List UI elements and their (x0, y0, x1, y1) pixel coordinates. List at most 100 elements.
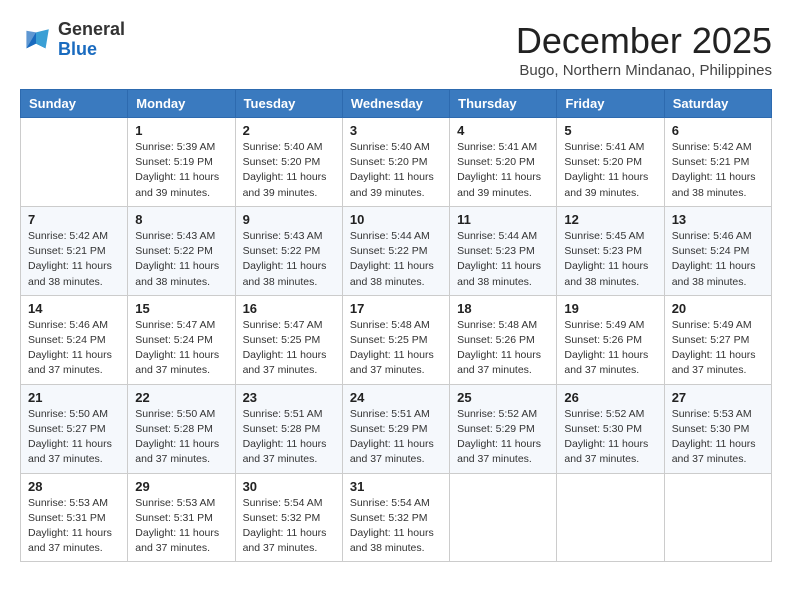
logo-text: General Blue (58, 20, 125, 60)
logo-blue: Blue (58, 40, 125, 60)
day-number: 2 (243, 123, 335, 138)
day-number: 27 (672, 390, 764, 405)
title-block: December 2025 Bugo, Northern Mindanao, P… (516, 20, 772, 79)
location: Bugo, Northern Mindanao, Philippines (516, 62, 772, 79)
day-number: 24 (350, 390, 442, 405)
day-number: 8 (135, 212, 227, 227)
calendar-cell: 23Sunrise: 5:51 AM Sunset: 5:28 PM Dayli… (235, 384, 342, 473)
calendar-cell: 22Sunrise: 5:50 AM Sunset: 5:28 PM Dayli… (128, 384, 235, 473)
calendar-cell: 20Sunrise: 5:49 AM Sunset: 5:27 PM Dayli… (664, 295, 771, 384)
day-info: Sunrise: 5:53 AM Sunset: 5:30 PM Dayligh… (672, 407, 764, 468)
day-number: 26 (564, 390, 656, 405)
calendar-day-header: Sunday (21, 90, 128, 118)
calendar-cell: 2 Sunrise: 5:40 AM Sunset: 5:20 PM Daylig… (235, 118, 342, 207)
calendar-cell: 3 Sunrise: 5:40 AM Sunset: 5:20 PM Daylig… (342, 118, 449, 207)
day-info: Sunrise: 5:53 AM Sunset: 5:31 PM Dayligh… (135, 496, 227, 557)
day-info: Sunrise: 5:54 AM Sunset: 5:32 PM Dayligh… (350, 496, 442, 557)
calendar-cell: 21 Sunrise: 5:50 AM Sunset: 5:27 PM Dayli… (21, 384, 128, 473)
day-info: Sunrise: 5:44 AM Sunset: 5:23 PM Dayligh… (457, 229, 549, 290)
calendar-cell: 29Sunrise: 5:53 AM Sunset: 5:31 PM Dayli… (128, 473, 235, 562)
day-info: Sunrise: 5:50 AM Sunset: 5:27 PM Dayligh… (28, 407, 120, 468)
calendar-cell: 9 Sunrise: 5:43 AM Sunset: 5:22 PM Daylig… (235, 206, 342, 295)
calendar-day-header: Friday (557, 90, 664, 118)
calendar-cell (21, 118, 128, 207)
calendar-cell: 28 Sunrise: 5:53 AM Sunset: 5:31 PM Dayli… (21, 473, 128, 562)
calendar-cell: 31 Sunrise: 5:54 AM Sunset: 5:32 PM Dayli… (342, 473, 449, 562)
day-number: 20 (672, 301, 764, 316)
day-info: Sunrise: 5:41 AM Sunset: 5:20 PM Dayligh… (564, 140, 656, 201)
day-number: 28 (28, 479, 120, 494)
day-number: 18 (457, 301, 549, 316)
calendar-cell: 1Sunrise: 5:39 AM Sunset: 5:19 PM Daylig… (128, 118, 235, 207)
calendar-cell: 26 Sunrise: 5:52 AM Sunset: 5:30 PM Dayli… (557, 384, 664, 473)
calendar-week-row: 7Sunrise: 5:42 AM Sunset: 5:21 PM Daylig… (21, 206, 772, 295)
calendar-header-row: SundayMondayTuesdayWednesdayThursdayFrid… (21, 90, 772, 118)
calendar-cell (557, 473, 664, 562)
calendar-cell: 5 Sunrise: 5:41 AM Sunset: 5:20 PM Daylig… (557, 118, 664, 207)
calendar-cell: 25 Sunrise: 5:52 AM Sunset: 5:29 PM Dayli… (450, 384, 557, 473)
day-info: Sunrise: 5:52 AM Sunset: 5:29 PM Dayligh… (457, 407, 549, 468)
calendar-cell: 14Sunrise: 5:46 AM Sunset: 5:24 PM Dayli… (21, 295, 128, 384)
calendar-cell: 30Sunrise: 5:54 AM Sunset: 5:32 PM Dayli… (235, 473, 342, 562)
day-number: 5 (564, 123, 656, 138)
calendar-day-header: Thursday (450, 90, 557, 118)
day-info: Sunrise: 5:45 AM Sunset: 5:23 PM Dayligh… (564, 229, 656, 290)
day-info: Sunrise: 5:47 AM Sunset: 5:24 PM Dayligh… (135, 318, 227, 379)
calendar-week-row: 21 Sunrise: 5:50 AM Sunset: 5:27 PM Dayli… (21, 384, 772, 473)
calendar-day-header: Tuesday (235, 90, 342, 118)
day-number: 1 (135, 123, 227, 138)
day-number: 13 (672, 212, 764, 227)
day-number: 12 (564, 212, 656, 227)
calendar-cell: 15 Sunrise: 5:47 AM Sunset: 5:24 PM Dayli… (128, 295, 235, 384)
day-info: Sunrise: 5:41 AM Sunset: 5:20 PM Dayligh… (457, 140, 549, 201)
day-info: Sunrise: 5:48 AM Sunset: 5:25 PM Dayligh… (350, 318, 442, 379)
calendar-week-row: 14Sunrise: 5:46 AM Sunset: 5:24 PM Dayli… (21, 295, 772, 384)
day-info: Sunrise: 5:40 AM Sunset: 5:20 PM Dayligh… (350, 140, 442, 201)
day-number: 25 (457, 390, 549, 405)
day-number: 31 (350, 479, 442, 494)
day-number: 14 (28, 301, 120, 316)
day-number: 11 (457, 212, 549, 227)
day-number: 4 (457, 123, 549, 138)
calendar-day-header: Monday (128, 90, 235, 118)
calendar-table: SundayMondayTuesdayWednesdayThursdayFrid… (20, 89, 772, 562)
day-info: Sunrise: 5:48 AM Sunset: 5:26 PM Dayligh… (457, 318, 549, 379)
day-info: Sunrise: 5:44 AM Sunset: 5:22 PM Dayligh… (350, 229, 442, 290)
calendar-cell: 12 Sunrise: 5:45 AM Sunset: 5:23 PM Dayli… (557, 206, 664, 295)
calendar-cell: 13 Sunrise: 5:46 AM Sunset: 5:24 PM Dayli… (664, 206, 771, 295)
calendar-cell: 11 Sunrise: 5:44 AM Sunset: 5:23 PM Dayli… (450, 206, 557, 295)
day-info: Sunrise: 5:42 AM Sunset: 5:21 PM Dayligh… (672, 140, 764, 201)
calendar-cell: 7Sunrise: 5:42 AM Sunset: 5:21 PM Daylig… (21, 206, 128, 295)
day-number: 3 (350, 123, 442, 138)
day-number: 21 (28, 390, 120, 405)
day-info: Sunrise: 5:46 AM Sunset: 5:24 PM Dayligh… (672, 229, 764, 290)
day-number: 19 (564, 301, 656, 316)
logo: General Blue (20, 20, 125, 60)
month-title: December 2025 (516, 20, 772, 62)
day-number: 9 (243, 212, 335, 227)
calendar-week-row: 1Sunrise: 5:39 AM Sunset: 5:19 PM Daylig… (21, 118, 772, 207)
day-number: 10 (350, 212, 442, 227)
calendar-day-header: Saturday (664, 90, 771, 118)
calendar-cell: 8 Sunrise: 5:43 AM Sunset: 5:22 PM Daylig… (128, 206, 235, 295)
logo-general: General (58, 20, 125, 40)
day-info: Sunrise: 5:49 AM Sunset: 5:26 PM Dayligh… (564, 318, 656, 379)
day-info: Sunrise: 5:43 AM Sunset: 5:22 PM Dayligh… (243, 229, 335, 290)
day-info: Sunrise: 5:40 AM Sunset: 5:20 PM Dayligh… (243, 140, 335, 201)
logo-icon (20, 26, 52, 54)
day-info: Sunrise: 5:51 AM Sunset: 5:29 PM Dayligh… (350, 407, 442, 468)
calendar-week-row: 28 Sunrise: 5:53 AM Sunset: 5:31 PM Dayli… (21, 473, 772, 562)
calendar-cell: 24 Sunrise: 5:51 AM Sunset: 5:29 PM Dayli… (342, 384, 449, 473)
day-info: Sunrise: 5:42 AM Sunset: 5:21 PM Dayligh… (28, 229, 120, 290)
day-number: 6 (672, 123, 764, 138)
day-info: Sunrise: 5:52 AM Sunset: 5:30 PM Dayligh… (564, 407, 656, 468)
calendar-cell: 19 Sunrise: 5:49 AM Sunset: 5:26 PM Dayli… (557, 295, 664, 384)
day-number: 15 (135, 301, 227, 316)
calendar-day-header: Wednesday (342, 90, 449, 118)
day-info: Sunrise: 5:53 AM Sunset: 5:31 PM Dayligh… (28, 496, 120, 557)
calendar-cell (450, 473, 557, 562)
day-info: Sunrise: 5:50 AM Sunset: 5:28 PM Dayligh… (135, 407, 227, 468)
calendar-body: 1Sunrise: 5:39 AM Sunset: 5:19 PM Daylig… (21, 118, 772, 562)
day-info: Sunrise: 5:43 AM Sunset: 5:22 PM Dayligh… (135, 229, 227, 290)
calendar-cell: 18 Sunrise: 5:48 AM Sunset: 5:26 PM Dayli… (450, 295, 557, 384)
